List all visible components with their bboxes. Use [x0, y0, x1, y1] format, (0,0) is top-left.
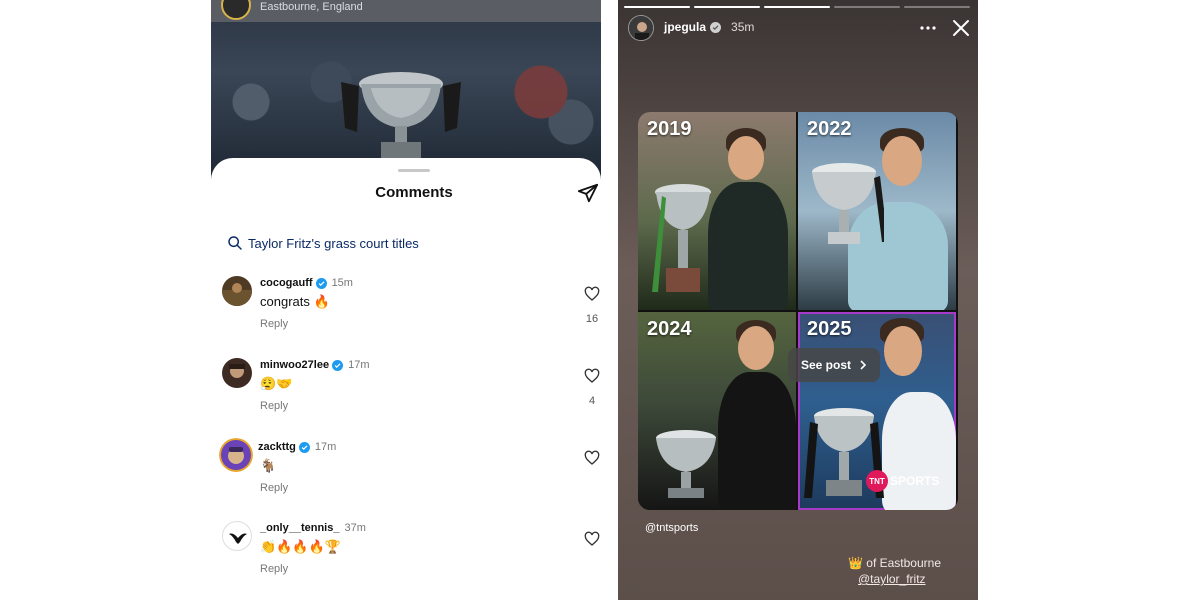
username[interactable]: zackttg	[258, 441, 296, 453]
search-suggestion-label: Taylor Fritz's grass court titles	[248, 235, 419, 251]
sheet-title: Comments	[375, 184, 453, 201]
year-label: 2025	[807, 318, 852, 340]
search-suggestion[interactable]: Taylor Fritz's grass court titles	[227, 233, 419, 253]
username[interactable]: minwoo27lee	[260, 359, 329, 371]
story-username[interactable]: jpegula	[664, 20, 706, 34]
comments-panel: Eastbourne, England Comments Taylor Frit…	[211, 0, 601, 600]
comments-sheet: Comments Taylor Fritz's grass court titl…	[211, 158, 601, 600]
verified-badge-icon	[315, 277, 327, 289]
story-progress-segment	[764, 6, 830, 8]
tnt-logo-text: SPORTS	[890, 474, 940, 488]
player-figure	[718, 372, 796, 510]
comment-author[interactable]: _only__tennis_ 37m	[260, 522, 366, 534]
trophy-icon	[812, 163, 884, 244]
comment-time: 37m	[344, 522, 366, 534]
verified-badge-icon	[710, 21, 722, 33]
trophy-icon	[656, 430, 716, 498]
comment-item: cocogauff 15m congrats 🔥 Reply 16	[211, 276, 601, 352]
post-header: Eastbourne, England	[211, 0, 601, 22]
close-icon[interactable]	[951, 18, 971, 38]
heart-icon[interactable]	[584, 450, 600, 466]
comment-author[interactable]: cocogauff 15m	[260, 277, 353, 289]
see-post-button[interactable]: See post	[788, 348, 880, 382]
avatar[interactable]	[222, 358, 252, 388]
story-author[interactable]: jpegula 35m	[664, 20, 754, 34]
send-icon[interactable]	[577, 182, 599, 204]
year-label: 2019	[647, 118, 692, 140]
trophy-image	[341, 72, 461, 162]
verified-badge-icon	[332, 359, 344, 371]
story-panel: jpegula 35m 2019 2022 2024 2025 See post…	[618, 0, 978, 600]
player-head	[882, 136, 922, 186]
year-label: 2024	[647, 318, 692, 340]
comment-text: congrats 🔥	[260, 294, 330, 309]
sheet-drag-handle[interactable]	[398, 169, 430, 172]
post-photo: Eastbourne, England	[211, 0, 601, 180]
comment-time: 15m	[331, 277, 353, 289]
story-caption: 👑 of Eastbourne	[848, 556, 941, 570]
player-head	[728, 136, 764, 180]
heart-icon[interactable]	[584, 286, 600, 302]
collage-tile-2022: 2022	[798, 112, 956, 310]
year-label: 2022	[807, 118, 852, 140]
player-head	[738, 326, 774, 370]
comment-text: 😮‍💨🤝	[260, 376, 293, 391]
reply-button[interactable]: Reply	[260, 318, 288, 330]
comment-author[interactable]: minwoo27lee 17m	[260, 359, 369, 371]
chevron-right-icon	[860, 360, 867, 370]
see-post-label: See post	[800, 358, 851, 372]
avatar[interactable]	[222, 521, 252, 551]
post-location[interactable]: Eastbourne, England	[260, 1, 363, 13]
verified-badge-icon	[298, 441, 310, 453]
reply-button[interactable]: Reply	[260, 563, 288, 575]
search-icon	[228, 236, 242, 250]
comment-time: 17m	[314, 441, 337, 453]
collage-tile-2024: 2024	[638, 312, 796, 510]
like-count: 16	[585, 313, 599, 325]
comment-item: zackttg 17m 🐐 Reply	[211, 438, 601, 516]
story-progress-segment	[904, 6, 970, 8]
comment-time: 17m	[348, 359, 370, 371]
comment-item: _only__tennis_ 37m 👏🔥🔥🔥🏆 Reply	[211, 521, 601, 597]
post-author-avatar[interactable]	[221, 0, 251, 20]
like-count: 4	[588, 395, 596, 407]
story-progress-segment	[834, 6, 900, 8]
username[interactable]: _only__tennis_	[260, 522, 339, 534]
mention-taylor-fritz[interactable]: @taylor_fritz	[858, 572, 926, 586]
player-head	[884, 326, 922, 376]
story-progress-segment	[624, 6, 690, 8]
player-figure	[708, 182, 788, 310]
avatar[interactable]	[219, 438, 253, 472]
avatar[interactable]	[222, 276, 252, 306]
collage-tile-2019: 2019	[638, 112, 796, 310]
tnt-sports-logo: TNT SPORTS	[866, 470, 939, 492]
heart-icon[interactable]	[584, 531, 600, 547]
tnt-logo-mark: TNT	[866, 470, 888, 492]
story-time: 35m	[731, 20, 755, 34]
comment-item: minwoo27lee 17m 😮‍💨🤝 Reply 4	[211, 358, 601, 434]
more-options-icon[interactable]	[918, 18, 938, 38]
player-figure	[882, 392, 956, 510]
story-author-avatar[interactable]	[628, 15, 654, 41]
screenshot-root: Eastbourne, England Comments Taylor Frit…	[0, 0, 1200, 600]
story-progress-segment	[694, 6, 760, 8]
title-collage[interactable]: 2019 2022 2024 2025	[638, 112, 958, 510]
username[interactable]: cocogauff	[260, 277, 313, 289]
comment-author[interactable]: zackttg 17m	[258, 441, 336, 453]
comment-text: 👏🔥🔥🔥🏆	[260, 539, 341, 554]
comment-text: 🐐	[260, 458, 277, 473]
heart-icon[interactable]	[584, 368, 600, 384]
trophy-icon	[652, 184, 711, 292]
reply-button[interactable]: Reply	[260, 482, 288, 494]
mention-tntsports[interactable]: @tntsports	[645, 522, 698, 534]
reply-button[interactable]: Reply	[260, 400, 288, 412]
